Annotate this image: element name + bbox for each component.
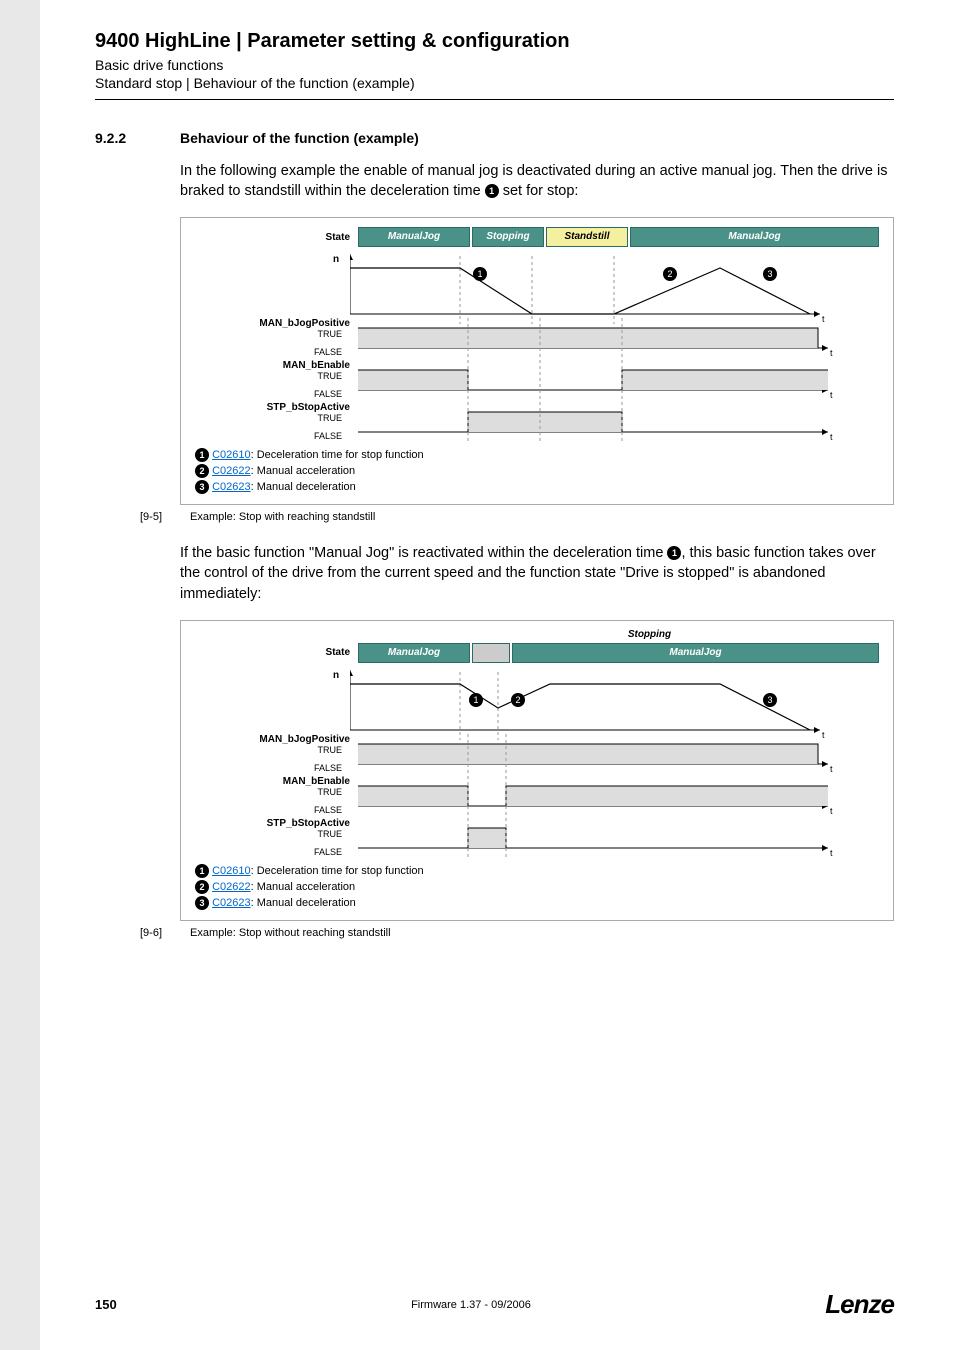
sig1-true: TRUE [195, 329, 350, 339]
state-stopping-1: Stopping [472, 227, 544, 247]
legend3b-code[interactable]: C02623 [212, 897, 251, 909]
sig3b-true: TRUE [195, 829, 350, 839]
legend2-num: 2 [195, 464, 209, 478]
state2-manualjog-2: ManualJog [512, 643, 879, 663]
sig2b-plot: t [358, 776, 879, 816]
diagram-2: Stopping State ManualJog ManualJog n t [180, 620, 894, 921]
svg-text:t: t [830, 432, 833, 442]
svg-text:1: 1 [473, 695, 478, 705]
state2-stopping [472, 643, 510, 663]
footer-mid: Firmware 1.37 - 09/2006 [411, 1299, 531, 1311]
footer-logo: Lenze [825, 1289, 894, 1320]
sig2-true: TRUE [195, 371, 350, 381]
legend3b-text: : Manual deceleration [251, 897, 356, 909]
legend1-num: 1 [195, 448, 209, 462]
speed-chart-2: t 1 2 3 [350, 670, 830, 740]
diagram-1: State ManualJog Stopping Standstill Manu… [180, 217, 894, 505]
state-standstill-1: Standstill [546, 227, 628, 247]
state-label-1: State [195, 232, 358, 243]
header-rule [95, 99, 894, 100]
legend2b-code[interactable]: C02622 [212, 881, 251, 893]
header-sub2: Standard stop | Behaviour of the functio… [95, 75, 894, 91]
side-tab [0, 0, 40, 1350]
sig1b-true: TRUE [195, 745, 350, 755]
sig3-plot: t [358, 402, 879, 442]
sig1b-plot: t [358, 734, 879, 774]
legend3b-num: 3 [195, 896, 209, 910]
legend2-text: : Manual acceleration [251, 465, 356, 477]
sig1b-false: FALSE [195, 763, 350, 773]
fig2-caption: Example: Stop without reaching standstil… [190, 927, 391, 939]
intro-paragraph: In the following example the enable of m… [180, 161, 894, 202]
sig2b-false: FALSE [195, 805, 350, 815]
footer-page: 150 [95, 1297, 117, 1312]
sig2b-name: MAN_bEnable [195, 776, 350, 787]
svg-text:t: t [830, 848, 833, 858]
state-manualjog-2: ManualJog [630, 227, 879, 247]
legend3-code[interactable]: C02623 [212, 481, 251, 493]
svg-text:t: t [830, 348, 833, 358]
fig1-caption: Example: Stop with reaching standstill [190, 511, 375, 523]
ref-1-icon: 1 [485, 184, 499, 198]
sig2-plot: t [358, 360, 879, 400]
speed-chart-1: t 1 2 3 [350, 254, 830, 324]
svg-text:t: t [830, 764, 833, 774]
sig1-name: MAN_bJogPositive [195, 318, 350, 329]
sig3-false: FALSE [195, 431, 350, 441]
legend2b-num: 2 [195, 880, 209, 894]
n-label-1: n [333, 254, 339, 265]
sig2-false: FALSE [195, 389, 350, 399]
page-title: 9400 HighLine | Parameter setting & conf… [95, 30, 894, 53]
legend1b-code[interactable]: C02610 [212, 865, 251, 877]
legend1b-text: : Deceleration time for stop function [251, 865, 424, 877]
para2a: If the basic function "Manual Jog" is re… [180, 545, 667, 561]
legend2b-text: : Manual acceleration [251, 881, 356, 893]
fig2-num: [9-6] [140, 927, 170, 939]
fig1-num: [9-5] [140, 511, 170, 523]
sig3b-plot: t [358, 818, 879, 858]
svg-text:2: 2 [515, 695, 520, 705]
svg-text:1: 1 [477, 269, 482, 279]
legend1-code[interactable]: C02610 [212, 449, 251, 461]
para1b: set for stop: [499, 183, 579, 199]
sig3-true: TRUE [195, 413, 350, 423]
header-sub1: Basic drive functions [95, 57, 894, 73]
para2: If the basic function "Manual Jog" is re… [180, 543, 894, 604]
legend-2: 1 C02610: Deceleration time for stop fun… [195, 864, 879, 910]
section-number: 9.2.2 [95, 130, 180, 146]
legend1-text: : Deceleration time for stop function [251, 449, 424, 461]
svg-text:2: 2 [667, 269, 672, 279]
n-label-2: n [333, 670, 339, 681]
sig2b-true: TRUE [195, 787, 350, 797]
svg-text:t: t [822, 730, 825, 740]
sig3-name: STP_bStopActive [195, 402, 350, 413]
sig1b-name: MAN_bJogPositive [195, 734, 350, 745]
legend2-code[interactable]: C02622 [212, 465, 251, 477]
svg-text:t: t [830, 806, 833, 816]
sig3b-false: FALSE [195, 847, 350, 857]
sig3b-name: STP_bStopActive [195, 818, 350, 829]
svg-text:t: t [830, 390, 833, 400]
sig2-name: MAN_bEnable [195, 360, 350, 371]
sig1-plot: t [358, 318, 879, 358]
legend1b-num: 1 [195, 864, 209, 878]
legend3-num: 3 [195, 480, 209, 494]
svg-text:3: 3 [767, 695, 772, 705]
legend-1: 1 C02610: Deceleration time for stop fun… [195, 448, 879, 494]
legend3-text: : Manual deceleration [251, 481, 356, 493]
svg-text:t: t [822, 314, 825, 324]
state-manualjog-1: ManualJog [358, 227, 470, 247]
section-title: Behaviour of the function (example) [180, 130, 419, 146]
svg-text:3: 3 [767, 269, 772, 279]
state-label-2: State [195, 647, 358, 658]
ref-1b-icon: 1 [667, 546, 681, 560]
sig1-false: FALSE [195, 347, 350, 357]
state2-manualjog-1: ManualJog [358, 643, 470, 663]
stopping-header: Stopping [350, 629, 879, 640]
